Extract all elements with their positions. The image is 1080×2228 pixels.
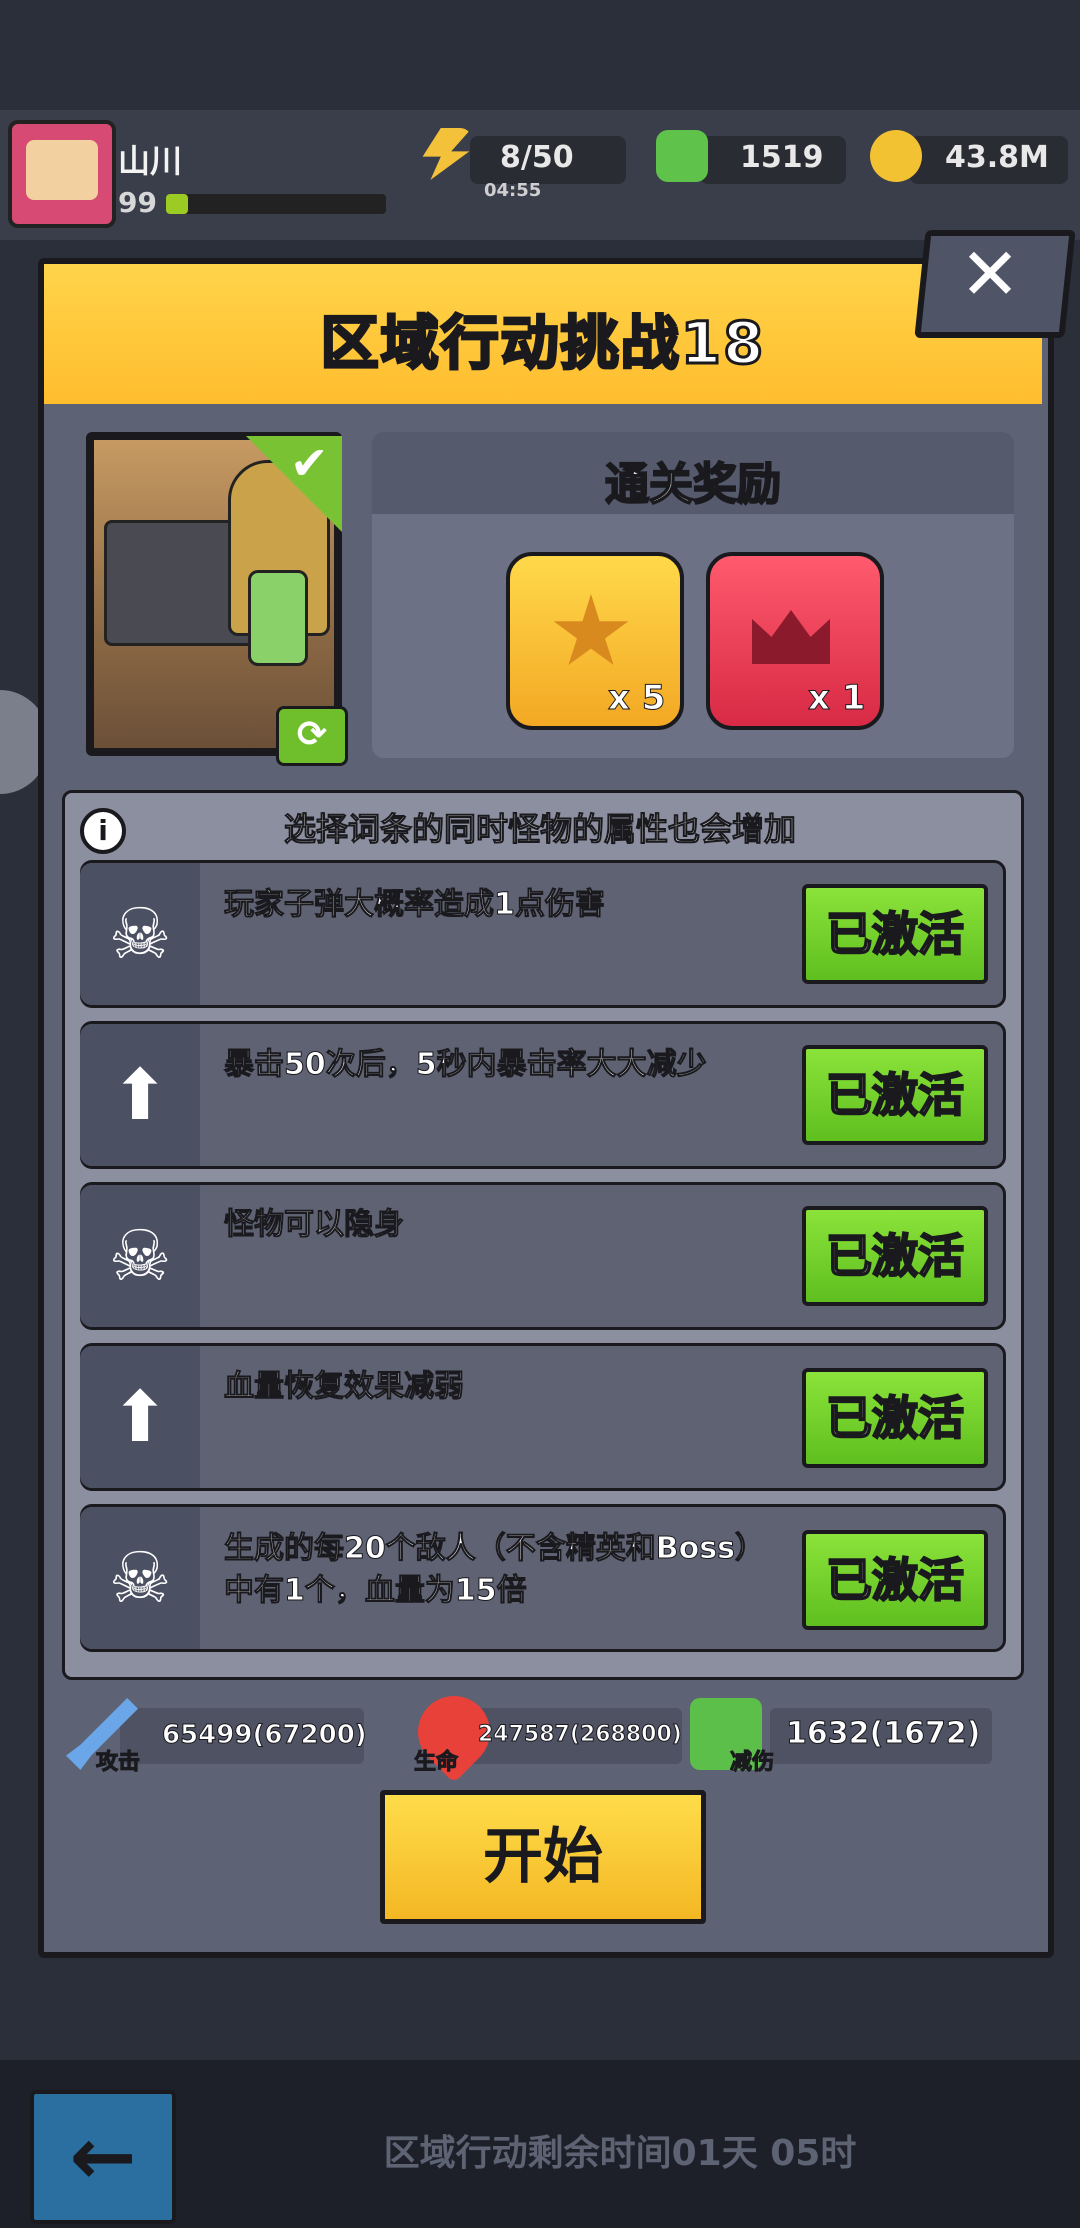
start-button[interactable]: 开始	[380, 1790, 706, 1924]
check-icon: ✔	[290, 436, 329, 490]
defense-label: 减伤	[729, 1750, 775, 1776]
reward-title: 通关奖励	[604, 458, 782, 511]
attack-value: 65499(67200)	[162, 1720, 368, 1751]
health-label: 生命	[413, 1750, 459, 1776]
skull-icon: ☠	[108, 1537, 172, 1619]
avatar-portrait	[26, 140, 98, 200]
player-name: 山川	[118, 142, 183, 180]
modifier-text: 暴击50次后，5秒内暴击率大大减少	[224, 1047, 708, 1083]
modifier-hint: 选择词条的同时怪物的属性也会增加	[283, 810, 796, 849]
modifier-text: 生成的每20个敌人（不含精英和Boss）中有1个，血量为15倍	[224, 1531, 751, 1609]
energy-value: 8/50	[500, 140, 574, 175]
modifier-icon-box: ☠	[80, 1185, 200, 1327]
defense-value: 1632(1672)	[785, 1716, 981, 1752]
gem-icon	[656, 130, 708, 182]
modal-title: 区域行动挑战18	[319, 308, 766, 379]
activated-button[interactable]: 已激活	[802, 884, 988, 984]
attack-label: 攻击	[95, 1750, 141, 1776]
activated-button[interactable]: 已激活	[802, 1530, 988, 1630]
reward-qty-star: x 5	[607, 678, 666, 719]
gem-value: 1519	[740, 140, 824, 175]
back-button[interactable]: ←	[30, 2090, 176, 2224]
up-arrow-icon: ⬆	[110, 1376, 170, 1458]
coin-value: 43.8M	[945, 140, 1049, 175]
activated-button[interactable]: 已激活	[802, 1045, 988, 1145]
activated-button[interactable]: 已激活	[802, 1368, 988, 1468]
health-value: 247587(268800)	[478, 1722, 683, 1748]
modifier-icon-box: ☠	[80, 1507, 200, 1649]
up-arrow-icon: ⬆	[110, 1054, 170, 1136]
xp-bar-fill	[166, 194, 188, 214]
zombie-illustration	[248, 570, 308, 666]
remaining-time-text: 区域行动剩余时间01天 05时	[383, 2133, 857, 2174]
modifier-icon-box: ☠	[80, 863, 200, 1005]
energy-timer: 04:55	[484, 180, 542, 201]
player-level: 99	[118, 186, 157, 219]
xp-bar	[166, 194, 386, 214]
modifier-icon-box: ⬆	[80, 1346, 200, 1488]
modifier-text: 怪物可以隐身	[224, 1207, 405, 1243]
modifier-icon-box: ⬆	[80, 1024, 200, 1166]
coin-icon	[870, 130, 922, 182]
reward-qty-crown: x 1	[807, 678, 866, 719]
modifier-text: 血量恢复效果减弱	[224, 1369, 465, 1405]
modifier-text: 玩家子弹大概率造成1点伤害	[224, 887, 606, 923]
info-icon[interactable]: i	[80, 808, 126, 854]
activated-button[interactable]: 已激活	[802, 1206, 988, 1306]
skull-icon: ☠	[108, 893, 172, 975]
avatar[interactable]	[8, 120, 116, 228]
refresh-icon[interactable]: ⟳	[276, 706, 348, 766]
skull-icon: ☠	[108, 1215, 172, 1297]
close-icon[interactable]: ✕	[940, 232, 1040, 316]
